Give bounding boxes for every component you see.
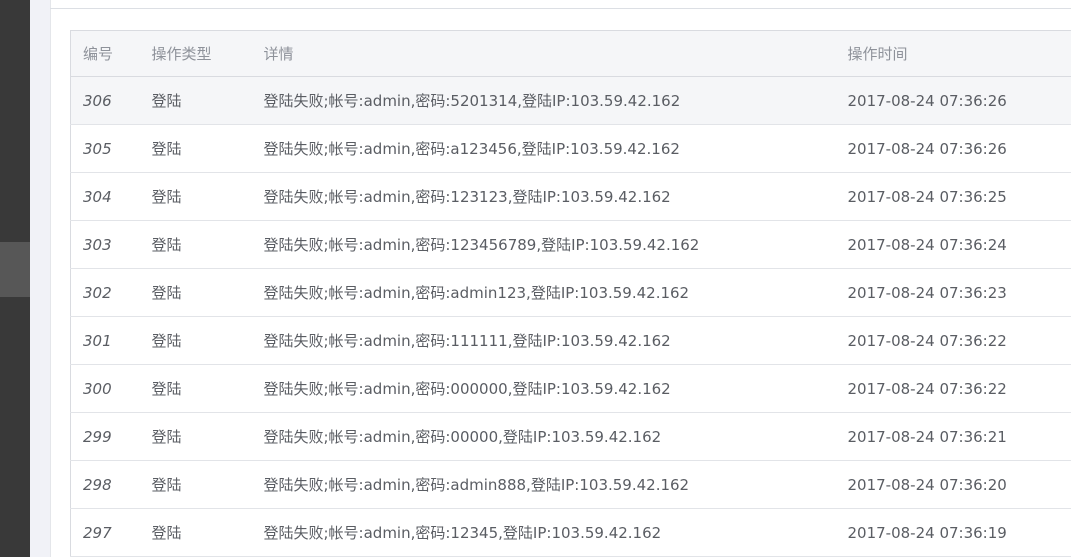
table-row[interactable]: 298 登陆 登陆失败;帐号:admin,密码:admin888,登陆IP:103.… [70,460,1071,509]
row-detail: 登陆失败;帐号:admin,密码:5201314,登陆IP:103.59.42.… [251,76,836,125]
row-detail: 登陆失败;帐号:admin,密码:111111,登陆IP:103.59.42.1… [251,316,836,365]
row-time: 2017-08-24 07:36:21 [835,412,1071,461]
row-time: 2017-08-24 07:36:19 [835,508,1071,557]
row-id: 306 [70,76,140,125]
row-detail: 登陆失败;帐号:admin,密码:a123456,登陆IP:103.59.42.… [251,124,836,173]
sidebar [0,0,30,557]
row-time: 2017-08-24 07:36:24 [835,220,1071,269]
column-header-type: 操作类型 [139,30,252,77]
row-detail: 登陆失败;帐号:admin,密码:000000,登陆IP:103.59.42.1… [251,364,836,413]
row-type: 登陆 [139,76,252,125]
row-id: 305 [70,124,140,173]
row-id: 301 [70,316,140,365]
table-row[interactable]: 299 登陆 登陆失败;帐号:admin,密码:00000,登陆IP:103.59.… [70,412,1071,461]
row-id: 303 [70,220,140,269]
row-detail: 登陆失败;帐号:admin,密码:admin123,登陆IP:103.59.42… [251,268,836,317]
table-row[interactable]: 302 登陆 登陆失败;帐号:admin,密码:admin123,登陆IP:103.… [70,268,1071,317]
sidebar-active-item[interactable] [0,242,30,297]
row-time: 2017-08-24 07:36:25 [835,172,1071,221]
row-id: 304 [70,172,140,221]
row-type: 登陆 [139,316,252,365]
column-header-detail: 详情 [251,30,836,77]
row-type: 登陆 [139,460,252,509]
row-id: 302 [70,268,140,317]
column-header-time: 操作时间 [835,30,1071,77]
table-row[interactable]: 297 登陆 登陆失败;帐号:admin,密码:12345,登陆IP:103.59.… [70,508,1071,557]
row-detail: 登陆失败;帐号:admin,密码:00000,登陆IP:103.59.42.16… [251,412,836,461]
row-time: 2017-08-24 07:36:26 [835,76,1071,125]
row-time: 2017-08-24 07:36:20 [835,460,1071,509]
row-type: 登陆 [139,172,252,221]
row-time: 2017-08-24 07:36:23 [835,268,1071,317]
top-divider [50,8,1071,9]
table-row[interactable]: 300 登陆 登陆失败;帐号:admin,密码:000000,登陆IP:103.59… [70,364,1071,413]
row-type: 登陆 [139,124,252,173]
row-type: 登陆 [139,268,252,317]
row-id: 298 [70,460,140,509]
table-row[interactable]: 306 登陆 登陆失败;帐号:admin,密码:5201314,登陆IP:103.5… [70,76,1071,125]
row-id: 300 [70,364,140,413]
row-detail: 登陆失败;帐号:admin,密码:123123,登陆IP:103.59.42.1… [251,172,836,221]
row-type: 登陆 [139,220,252,269]
row-detail: 登陆失败;帐号:admin,密码:123456789,登陆IP:103.59.4… [251,220,836,269]
row-id: 297 [70,508,140,557]
table-row[interactable]: 305 登陆 登陆失败;帐号:admin,密码:a123456,登陆IP:103.5… [70,124,1071,173]
row-type: 登陆 [139,508,252,557]
row-detail: 登陆失败;帐号:admin,密码:12345,登陆IP:103.59.42.16… [251,508,836,557]
row-type: 登陆 [139,364,252,413]
table-row[interactable]: 304 登陆 登陆失败;帐号:admin,密码:123123,登陆IP:103.59… [70,172,1071,221]
table-row[interactable]: 301 登陆 登陆失败;帐号:admin,密码:111111,登陆IP:103.59… [70,316,1071,365]
table-header-row: 编号 操作类型 详情 操作时间 [70,30,1071,77]
row-time: 2017-08-24 07:36:22 [835,364,1071,413]
row-detail: 登陆失败;帐号:admin,密码:admin888,登陆IP:103.59.42… [251,460,836,509]
table-row[interactable]: 303 登陆 登陆失败;帐号:admin,密码:123456789,登陆IP:103… [70,220,1071,269]
row-time: 2017-08-24 07:36:26 [835,124,1071,173]
row-id: 299 [70,412,140,461]
column-header-id: 编号 [70,30,140,77]
operation-log-table: 编号 操作类型 详情 操作时间 306 登陆 登陆失败;帐号:admin,密码:52… [70,30,1071,557]
row-type: 登陆 [139,412,252,461]
row-time: 2017-08-24 07:36:22 [835,316,1071,365]
